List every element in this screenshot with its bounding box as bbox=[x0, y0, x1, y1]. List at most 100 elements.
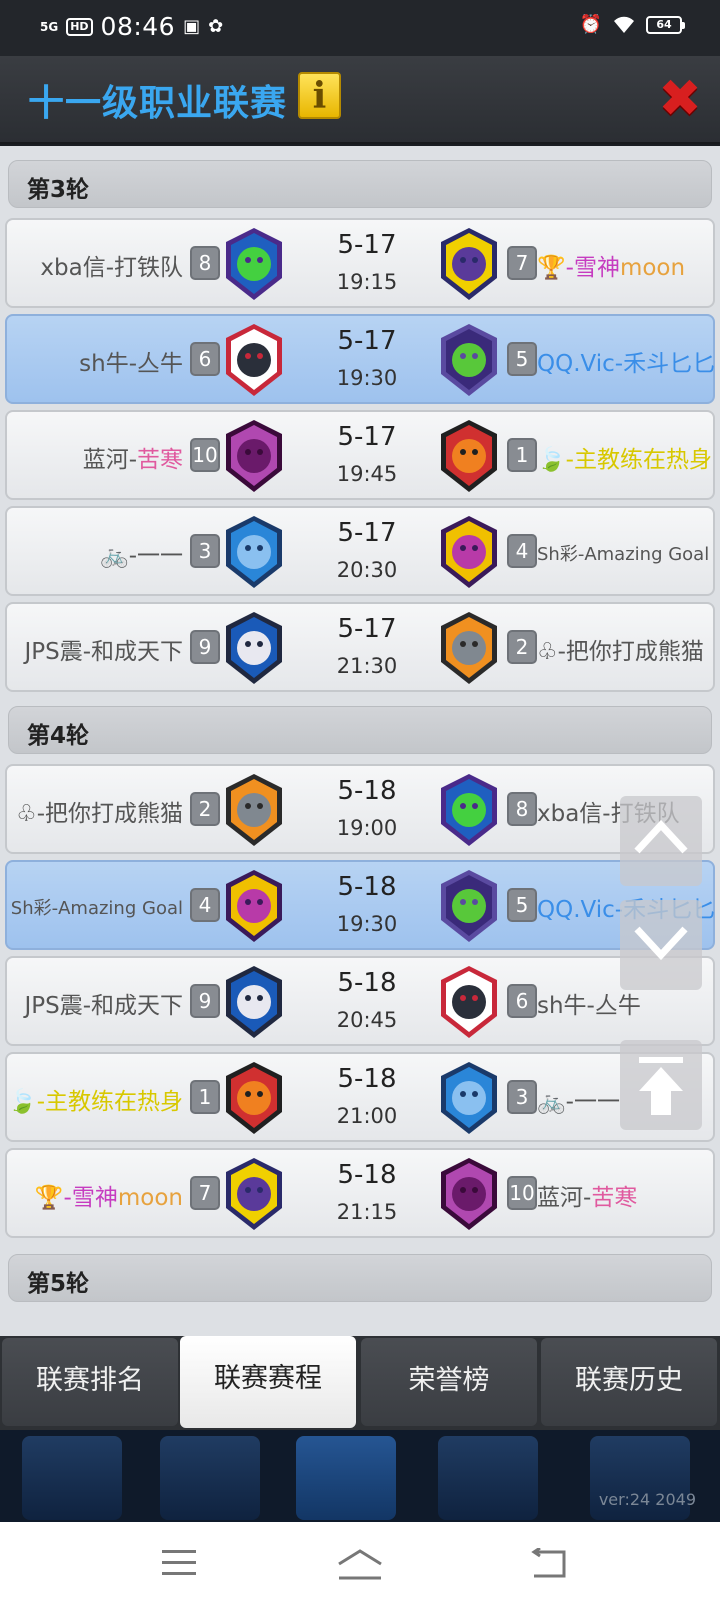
match-row[interactable]: Sh彩-Amazing Goal4 QQ.Vic-禾斗匕匕5 5-1819:30 bbox=[5, 860, 715, 950]
match-row[interactable]: xba信-打铁队 8 🏆-雪神moon 7 5-17 19:15 bbox=[5, 218, 715, 308]
team-name-text: JPS震-和成天下 bbox=[24, 993, 183, 1019]
knight-logo-icon bbox=[222, 772, 286, 848]
menu-icon[interactable] bbox=[162, 1548, 198, 1578]
team-rank-badge: 4 bbox=[190, 888, 220, 922]
match-date: 5-18 bbox=[337, 776, 397, 806]
griffin-logo-icon bbox=[437, 322, 501, 398]
team-rank-badge: 10 bbox=[507, 1176, 537, 1210]
match-row[interactable]: JPS震-和成天下 9 sh牛-亼牛 6 5-18 20:45 bbox=[5, 956, 715, 1046]
round-label: 第3轮 bbox=[27, 177, 90, 203]
home-icon[interactable] bbox=[336, 1548, 384, 1582]
match-row[interactable]: JPS震-和成天下 9 ♧-把你打成熊猫 2 5-17 21:30 bbox=[5, 602, 715, 692]
team-name-text: Sh彩-Amazing Goal bbox=[10, 898, 183, 919]
team-name-right: sh牛-亼牛 bbox=[537, 986, 641, 1020]
tab-ranking[interactable]: 联赛排名 bbox=[2, 1338, 178, 1426]
back-icon[interactable] bbox=[528, 1548, 568, 1580]
clock: 08:46 bbox=[100, 12, 176, 41]
scroll-up-button[interactable] bbox=[620, 796, 702, 886]
team-rank-badge: 3 bbox=[190, 534, 220, 568]
team-rank-badge: 5 bbox=[507, 342, 537, 376]
match-date: 5-17 bbox=[337, 518, 397, 548]
team-rank-badge: 7 bbox=[507, 246, 537, 280]
team-rank-badge: 9 bbox=[190, 630, 220, 664]
team-rank-badge: 3 bbox=[507, 1080, 537, 1114]
match-time: 21:15 bbox=[336, 1200, 398, 1224]
team-name-left: sh牛-亼牛 bbox=[79, 344, 183, 378]
match-row[interactable]: 蓝河-苦寒 10 🍃-主教练在热身 1 5-17 19:45 bbox=[5, 410, 715, 500]
team-name-left: JPS震-和成天下 bbox=[24, 632, 183, 666]
close-button[interactable]: ✖ bbox=[656, 73, 704, 125]
team-name-left: Sh彩-Amazing Goal bbox=[11, 894, 183, 920]
chevron-down-icon bbox=[634, 926, 688, 961]
team-rank-badge: 8 bbox=[507, 792, 537, 826]
team-badge-icon: 🍃 bbox=[8, 1089, 37, 1115]
team-name-left: ♧-把你打成熊猫 bbox=[16, 794, 183, 828]
match-row[interactable]: sh牛-亼牛 6 QQ.Vic-禾斗匕匕 5 5-17 19:30 bbox=[5, 314, 715, 404]
round-label: 第4轮 bbox=[27, 723, 90, 749]
match-date: 5-18 bbox=[337, 872, 397, 902]
match-row[interactable]: 🏆-雪神moon 7 蓝河-苦寒 10 5-18 21:15 bbox=[5, 1148, 715, 1238]
team-name-right: 🚲-一一 bbox=[537, 1082, 620, 1116]
tab-honors[interactable]: 荣誉榜 bbox=[361, 1338, 537, 1426]
match-time: 21:30 bbox=[336, 654, 398, 678]
bull-logo-icon bbox=[222, 322, 286, 398]
schedule-list[interactable]: 第3轮 第4轮 第5轮 xba信-打铁队 8 🏆-雪神moon 7 5-17 19:15 sh… bbox=[0, 146, 720, 1336]
team-rank-badge: 4 bbox=[507, 534, 537, 568]
team-badge-icon: ♧ bbox=[537, 639, 558, 665]
shark-logo-icon bbox=[437, 226, 501, 302]
shark-logo-icon bbox=[222, 1156, 286, 1232]
team-rank-badge: 8 bbox=[190, 246, 220, 280]
wizard-logo-icon bbox=[222, 964, 286, 1040]
team-name-suffix: 苦寒 bbox=[137, 447, 183, 473]
notification-icon: ▣ bbox=[183, 16, 201, 37]
game-menu-background: ver:24 2049 bbox=[0, 1430, 720, 1522]
team-name-suffix: moon bbox=[117, 1185, 183, 1211]
match-time: 19:45 bbox=[336, 462, 398, 486]
match-row[interactable]: ♧-把你打成熊猫 2 xba信-打铁队 8 5-18 19:00 bbox=[5, 764, 715, 854]
team-rank-badge: 2 bbox=[507, 630, 537, 664]
dragon-logo-icon bbox=[437, 514, 501, 590]
team-name-right: 🏆-雪神moon bbox=[537, 248, 685, 282]
team-rank-badge: 2 bbox=[190, 792, 220, 826]
battery-icon: 64 bbox=[646, 15, 685, 34]
green-rabbit-logo-icon bbox=[437, 772, 501, 848]
team-name-suffix: 苦寒 bbox=[591, 1185, 638, 1211]
purple-ball-logo-icon bbox=[222, 418, 286, 494]
round-label: 第5轮 bbox=[27, 1271, 90, 1297]
match-time: 21:00 bbox=[336, 1104, 398, 1128]
scroll-down-button[interactable] bbox=[620, 900, 702, 990]
match-time: 19:15 bbox=[336, 270, 398, 294]
team-name-left: 🏆-雪神moon bbox=[35, 1178, 183, 1212]
team-rank-badge: 6 bbox=[190, 342, 220, 376]
team-name-right: ♧-把你打成熊猫 bbox=[537, 632, 704, 666]
team-name-left: JPS震-和成天下 bbox=[24, 986, 183, 1020]
page-title: 十一级职业联赛 bbox=[28, 83, 288, 124]
scroll-top-button[interactable] bbox=[620, 1040, 702, 1130]
match-date: 5-18 bbox=[337, 1160, 397, 1190]
team-rank-badge: 9 bbox=[190, 984, 220, 1018]
round-header: 第4轮 bbox=[8, 706, 712, 754]
info-button[interactable]: i bbox=[298, 72, 341, 119]
team-rank-badge: 1 bbox=[507, 438, 537, 472]
team-badge-icon: 🏆 bbox=[537, 255, 566, 281]
team-name-text: QQ.Vic-禾斗匕匕 bbox=[537, 351, 716, 377]
header-bar: 十一级职业联赛 i ✖ bbox=[0, 56, 720, 144]
team-name-text: Sh彩-Amazing Goal bbox=[537, 544, 710, 565]
team-rank-badge: 6 bbox=[507, 984, 537, 1018]
signal-indicator: 5G bbox=[40, 19, 59, 34]
tab-schedule[interactable]: 联赛赛程 bbox=[180, 1336, 356, 1428]
match-time: 20:30 bbox=[336, 558, 398, 582]
version-label: ver:24 2049 bbox=[598, 1490, 696, 1509]
team-name-text: sh牛-亼牛 bbox=[537, 993, 641, 1019]
team-name-right: QQ.Vic-禾斗匕匕 bbox=[537, 344, 715, 378]
team-name-left: 🍃-主教练在热身 bbox=[8, 1082, 183, 1116]
team-badge-icon: 🚲 bbox=[537, 1089, 566, 1115]
match-row[interactable]: 🍃-主教练在热身 1 🚲-一一 3 5-18 21:00 bbox=[5, 1052, 715, 1142]
round-header: 第5轮 bbox=[8, 1254, 712, 1302]
tab-history[interactable]: 联赛历史 bbox=[541, 1338, 717, 1426]
bull-logo-icon bbox=[437, 964, 501, 1040]
team-name-text: -雪神 bbox=[565, 255, 620, 281]
match-row[interactable]: 🚲-一一 3 Sh彩-Amazing Goal 4 5-17 20:30 bbox=[5, 506, 715, 596]
team-name-text: sh牛-亼牛 bbox=[79, 351, 183, 377]
griffin-logo-icon bbox=[437, 868, 501, 944]
